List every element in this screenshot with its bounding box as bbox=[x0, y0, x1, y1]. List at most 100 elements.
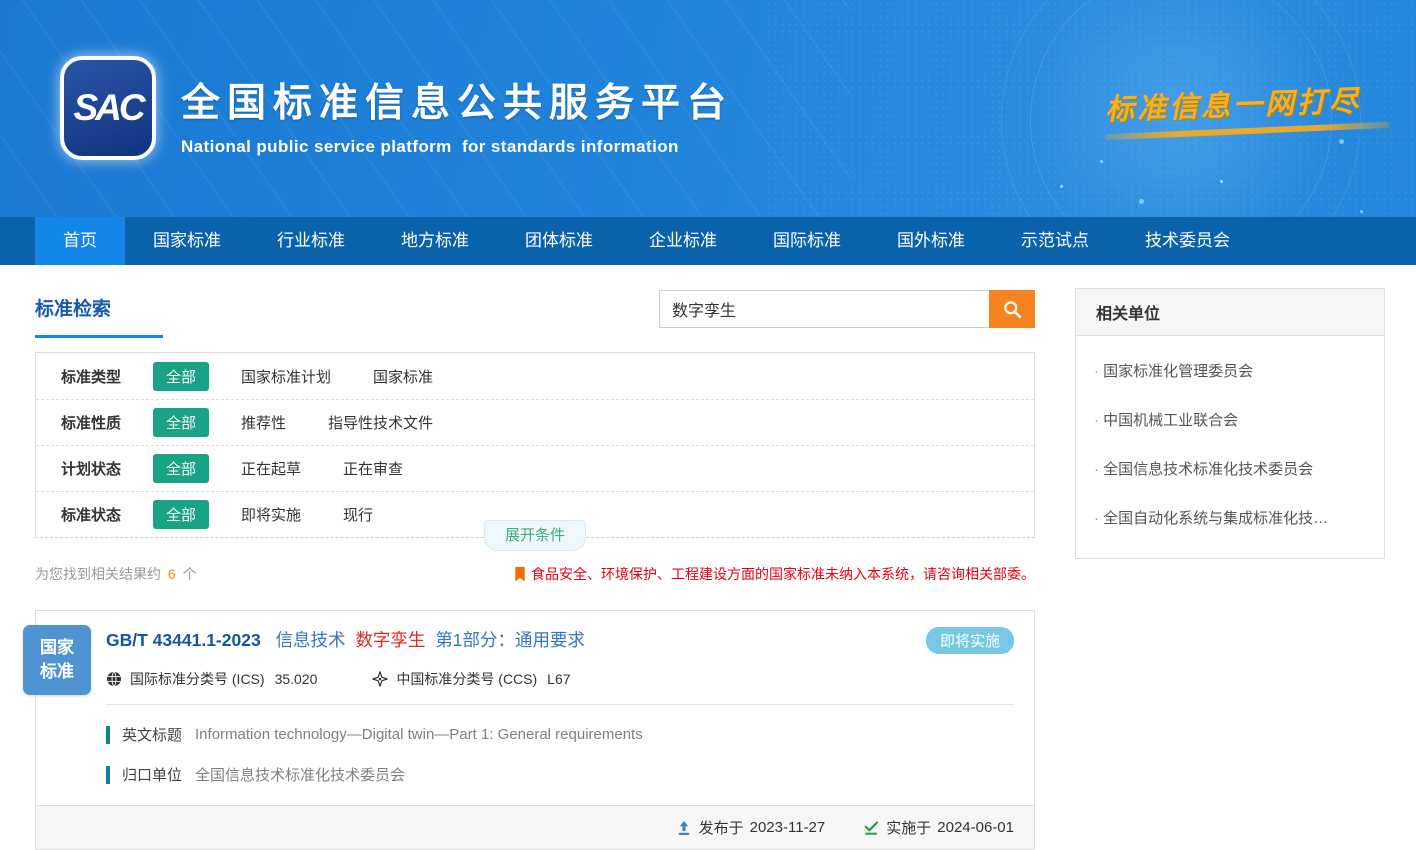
nav-item-international-standards[interactable]: 国际标准 bbox=[745, 217, 869, 265]
expand-conditions-button[interactable]: 展开条件 bbox=[484, 520, 586, 551]
filter-row-plan-status: 计划状态 全部 正在起草 正在审查 bbox=[36, 445, 1034, 491]
standard-code: GB/T 43441.1-2023 bbox=[106, 630, 261, 650]
ics-value: 35.020 bbox=[275, 671, 318, 687]
main-nav: 首页 国家标准 行业标准 地方标准 团体标准 企业标准 国际标准 国外标准 示范… bbox=[0, 217, 1416, 265]
sac-logo[interactable]: SAC bbox=[60, 56, 156, 160]
related-units-list: 国家标准化管理委员会 中国机械工业联合会 全国信息技术标准化技术委员会 全国自动… bbox=[1076, 336, 1384, 558]
english-title-value: Information technology—Digital twin—Part… bbox=[195, 726, 643, 743]
nav-item-industry-standards[interactable]: 行业标准 bbox=[249, 217, 373, 265]
filter-label: 标准类型 bbox=[61, 366, 153, 387]
standard-result-card: 国家 标准 GB/T 43441.1-2023 信息技术 数字孪生 第1部分：通… bbox=[35, 610, 1035, 850]
committee-row: 归口单位 全国信息技术标准化技术委员会 bbox=[106, 764, 1014, 785]
system-notice-text: 食品安全、环境保护、工程建设方面的国家标准未纳入本系统，请咨询相关部委。 bbox=[531, 564, 1035, 584]
implement-check-icon bbox=[863, 820, 879, 836]
card-divider bbox=[106, 704, 1014, 705]
standard-title-part1: 信息技术 bbox=[276, 630, 346, 650]
filter-option[interactable]: 国家标准 bbox=[373, 366, 433, 387]
classification-row: 国际标准分类号 (ICS) 35.020 中国标准分类号 (CCS) L67 bbox=[106, 669, 1014, 689]
filter-label: 计划状态 bbox=[61, 458, 153, 479]
filter-label: 标准状态 bbox=[61, 504, 153, 525]
published-date-item: 发布于 2023-11-27 bbox=[676, 817, 826, 838]
filter-option[interactable]: 国家标准计划 bbox=[241, 366, 331, 387]
results-info-row: 为您找到相关结果约 6 个 食品安全、环境保护、工程建设方面的国家标准未纳入本系… bbox=[35, 564, 1035, 584]
search-input[interactable] bbox=[659, 290, 989, 328]
publish-upload-icon bbox=[676, 820, 692, 836]
filter-all-badge[interactable]: 全部 bbox=[153, 362, 209, 391]
globe-icon bbox=[106, 671, 122, 687]
results-count-number: 6 bbox=[168, 566, 176, 582]
nav-item-national-standards[interactable]: 国家标准 bbox=[125, 217, 249, 265]
type-badge-line2: 标准 bbox=[40, 660, 74, 684]
sac-logo-text: SAC bbox=[73, 87, 142, 129]
ccs-group: 中国标准分类号 (CCS) L67 bbox=[372, 669, 570, 689]
banner-titles: 全国标准信息公共服务平台 National public service pla… bbox=[181, 72, 733, 157]
nav-item-foreign-standards[interactable]: 国外标准 bbox=[869, 217, 993, 265]
page-title: 标准检索 bbox=[35, 288, 163, 338]
search-icon bbox=[1002, 299, 1023, 320]
standard-title-link[interactable]: GB/T 43441.1-2023 信息技术 数字孪生 第1部分：通用要求 bbox=[106, 627, 585, 652]
filter-option[interactable]: 推荐性 bbox=[241, 412, 286, 433]
sidebar-item-sac[interactable]: 国家标准化管理委员会 bbox=[1094, 346, 1366, 395]
ccs-value: L67 bbox=[547, 671, 570, 687]
sidebar-item-it-standardization-committee[interactable]: 全国信息技术标准化技术委员会 bbox=[1094, 444, 1366, 493]
ccs-label: 中国标准分类号 (CCS) bbox=[396, 669, 537, 689]
nav-item-home[interactable]: 首页 bbox=[35, 217, 125, 265]
filter-all-badge[interactable]: 全部 bbox=[153, 500, 209, 529]
filter-option[interactable]: 即将实施 bbox=[241, 504, 301, 525]
nav-item-pilot[interactable]: 示范试点 bbox=[993, 217, 1117, 265]
platform-title: 全国标准信息公共服务平台 bbox=[181, 72, 733, 128]
english-title-row: 英文标题 Information technology—Digital twin… bbox=[106, 724, 1014, 745]
platform-subtitle: National public service platform for sta… bbox=[181, 137, 733, 157]
implemented-date: 2024-06-01 bbox=[937, 819, 1014, 836]
implemented-date-item: 实施于 2024-06-01 bbox=[863, 817, 1014, 838]
type-badge-line1: 国家 bbox=[40, 636, 74, 660]
published-label: 发布于 bbox=[699, 817, 744, 838]
filter-row-standard-type: 标准类型 全部 国家标准计划 国家标准 bbox=[36, 353, 1034, 399]
results-count-prefix: 为您找到相关结果约 bbox=[35, 566, 161, 582]
filter-all-badge[interactable]: 全部 bbox=[153, 454, 209, 483]
published-date: 2023-11-27 bbox=[750, 819, 826, 836]
search-section: 标准检索 bbox=[35, 288, 1035, 338]
committee-value: 全国信息技术标准化技术委员会 bbox=[195, 764, 405, 785]
filter-row-standard-nature: 标准性质 全部 推荐性 指导性技术文件 bbox=[36, 399, 1034, 445]
card-body: GB/T 43441.1-2023 信息技术 数字孪生 第1部分：通用要求 即将… bbox=[36, 611, 1034, 785]
card-head: GB/T 43441.1-2023 信息技术 数字孪生 第1部分：通用要求 即将… bbox=[106, 627, 1014, 654]
results-count: 为您找到相关结果约 6 个 bbox=[35, 564, 197, 584]
page: SAC 全国标准信息公共服务平台 National public service… bbox=[0, 0, 1416, 845]
related-units-title: 相关单位 bbox=[1076, 289, 1384, 336]
compass-icon bbox=[372, 671, 388, 687]
sidebar-item-automation-committee[interactable]: 全国自动化系统与集成标准化技… bbox=[1094, 493, 1366, 542]
status-badge: 即将实施 bbox=[926, 627, 1014, 654]
content-area: 标准检索 标准类型 全部 国家标准计划 国家 bbox=[0, 265, 1416, 850]
system-notice: 食品安全、环境保护、工程建设方面的国家标准未纳入本系统，请咨询相关部委。 bbox=[514, 564, 1035, 584]
filter-option[interactable]: 正在起草 bbox=[241, 458, 301, 479]
filter-option[interactable]: 现行 bbox=[343, 504, 373, 525]
search-button[interactable] bbox=[989, 290, 1035, 328]
card-footer: 发布于 2023-11-27 实施于 2024-06-01 bbox=[36, 805, 1034, 849]
bookmark-icon bbox=[514, 567, 526, 582]
teal-bar-decoration bbox=[106, 726, 110, 744]
filter-label: 标准性质 bbox=[61, 412, 153, 433]
main-column: 标准检索 标准类型 全部 国家标准计划 国家 bbox=[35, 288, 1035, 850]
filter-option[interactable]: 指导性技术文件 bbox=[328, 412, 433, 433]
standard-title-highlight: 数字孪生 bbox=[355, 630, 425, 650]
sidebar-item-machinery-federation[interactable]: 中国机械工业联合会 bbox=[1094, 395, 1366, 444]
english-title-label: 英文标题 bbox=[122, 724, 182, 745]
committee-label: 归口单位 bbox=[122, 764, 182, 785]
results-count-suffix: 个 bbox=[183, 566, 197, 582]
teal-bar-decoration bbox=[106, 766, 110, 784]
spark-dots-decoration bbox=[1100, 160, 1103, 163]
ics-group: 国际标准分类号 (ICS) 35.020 bbox=[106, 669, 317, 689]
implemented-label: 实施于 bbox=[886, 817, 931, 838]
nav-item-group-standards[interactable]: 团体标准 bbox=[497, 217, 621, 265]
standard-type-badge: 国家 标准 bbox=[23, 625, 91, 695]
filter-all-badge[interactable]: 全部 bbox=[153, 408, 209, 437]
filter-option[interactable]: 正在审查 bbox=[343, 458, 403, 479]
nav-item-enterprise-standards[interactable]: 企业标准 bbox=[621, 217, 745, 265]
header-banner: SAC 全国标准信息公共服务平台 National public service… bbox=[0, 0, 1416, 217]
standard-title-part2: 第1部分：通用要求 bbox=[435, 630, 585, 650]
nav-item-technical-committee[interactable]: 技术委员会 bbox=[1117, 217, 1258, 265]
nav-item-local-standards[interactable]: 地方标准 bbox=[373, 217, 497, 265]
filter-panel: 标准类型 全部 国家标准计划 国家标准 标准性质 全部 推荐性 指导性技术文件 … bbox=[35, 352, 1035, 538]
search-box bbox=[659, 290, 1035, 328]
